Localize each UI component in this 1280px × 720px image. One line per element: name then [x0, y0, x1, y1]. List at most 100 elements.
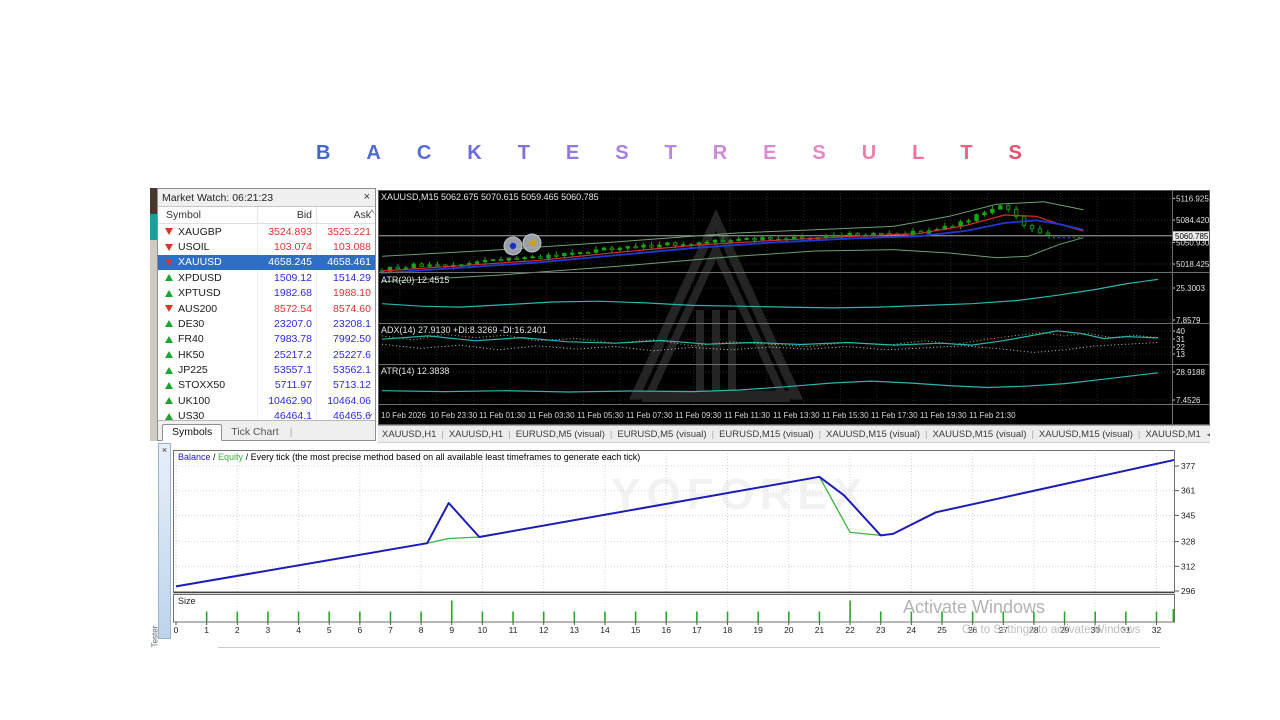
scroll-up-icon[interactable]: ^	[370, 208, 374, 218]
svg-text:5084.420: 5084.420	[1176, 216, 1210, 225]
market-watch-titlebar[interactable]: Market Watch: 06:21:23 ×	[158, 189, 375, 207]
bid-value: 1509.12	[257, 270, 316, 285]
tester-panel: × Tester YOFOREXBalance / Equity / Every…	[150, 443, 1210, 647]
svg-text:10 Feb 23:30: 10 Feb 23:30	[430, 411, 478, 420]
symbol-label: XAUUSD	[178, 256, 222, 268]
arrow-down-icon	[165, 244, 173, 251]
title-letter: R	[713, 142, 727, 165]
symbol-row-jp225[interactable]: JP22553557.153562.1	[158, 362, 375, 377]
tab-separator: |	[610, 429, 612, 440]
bid-value: 8572.54	[257, 301, 316, 316]
symbol-row-de30[interactable]: DE3023207.023208.1	[158, 316, 375, 331]
symbol-row-aus200[interactable]: AUS2008572.548574.60	[158, 301, 375, 316]
title-letter: S	[1009, 142, 1022, 165]
symbol-row-xauusd[interactable]: XAUUSD4658.2454658.461	[158, 255, 375, 270]
symbol-row-stoxx50[interactable]: STOXX505711.975713.12	[158, 378, 375, 393]
svg-text:2: 2	[235, 625, 240, 635]
arrow-up-icon	[165, 397, 173, 404]
title-letter: K	[467, 142, 481, 165]
bid-value: 46464.1	[257, 409, 316, 421]
svg-text:10: 10	[478, 625, 488, 635]
ask-value: 103.088	[316, 239, 375, 254]
window-bottom-edge	[218, 647, 1160, 648]
bid-value: 5711.97	[257, 378, 316, 393]
chart-tab-2[interactable]: EURUSD,M5 (visual)	[516, 429, 605, 440]
svg-text:10 Feb 2026: 10 Feb 2026	[381, 411, 426, 420]
window-edge-dark	[150, 188, 157, 214]
svg-text:25.3003: 25.3003	[1176, 284, 1205, 293]
chart-tab-6[interactable]: XAUUSD,M15 (visual)	[932, 429, 1026, 440]
chart-tab-4[interactable]: EURUSD,M15 (visual)	[719, 429, 814, 440]
bid-value: 10462.90	[257, 393, 316, 408]
scroll-down-icon[interactable]: ⌄	[366, 408, 374, 419]
close-icon[interactable]: ×	[160, 445, 169, 455]
tester-graph-canvas[interactable]: YOFOREXBalance / Equity / Every tick (th…	[171, 443, 1206, 645]
chart-tab-3[interactable]: EURUSD,M5 (visual)	[617, 429, 706, 440]
title-letter: C	[417, 142, 431, 165]
svg-text:17: 17	[692, 625, 702, 635]
svg-text:20: 20	[784, 625, 794, 635]
symbol-row-xpdusd[interactable]: XPDUSD1509.121514.29	[158, 270, 375, 285]
symbol-row-us30[interactable]: US3046464.146465.6	[158, 409, 375, 421]
column-bid[interactable]: Bid	[257, 207, 316, 223]
tab-separator: |	[508, 429, 510, 440]
symbol-row-fr40[interactable]: FR407983.787992.50	[158, 332, 375, 347]
tab-symbols[interactable]: Symbols	[162, 424, 222, 441]
symbol-label: XPTUSD	[178, 287, 221, 299]
svg-text:22: 22	[845, 625, 855, 635]
bid-value: 3524.893	[257, 224, 316, 239]
chart-tab-8[interactable]: XAUUSD,M1	[1145, 429, 1200, 440]
symbol-row-xaugbp[interactable]: XAUGBP3524.8933525.221	[158, 224, 375, 239]
svg-text:11 Feb 03:30: 11 Feb 03:30	[528, 411, 575, 420]
svg-text:13: 13	[1176, 350, 1185, 359]
svg-text:11 Feb 01:30: 11 Feb 01:30	[479, 411, 526, 420]
tester-legend: Balance / Equity / Every tick (the most …	[178, 452, 640, 462]
bid-value: 7983.78	[257, 332, 316, 347]
svg-text:25: 25	[937, 625, 947, 635]
svg-text:11 Feb 11:30: 11 Feb 11:30	[724, 411, 771, 420]
tab-tick-chart[interactable]: Tick Chart	[222, 425, 287, 440]
arrow-down-icon	[165, 228, 173, 235]
symbol-row-usoil[interactable]: USOIL103.074103.088	[158, 239, 375, 254]
arrow-up-icon	[165, 351, 173, 358]
tester-scrollbar[interactable]: ×	[158, 443, 171, 639]
tester-caption: Tester	[150, 626, 159, 648]
close-icon[interactable]: ×	[363, 192, 371, 203]
ask-value: 1514.29	[316, 270, 375, 285]
svg-text:11 Feb 05:30: 11 Feb 05:30	[577, 411, 624, 420]
chart-tab-0[interactable]: XAUUSD,H1	[382, 429, 436, 440]
column-symbol[interactable]: Symbol	[158, 209, 257, 221]
symbol-row-xptusd[interactable]: XPTUSD 1982.681988.10	[158, 286, 375, 301]
symbol-row-hk50[interactable]: HK5025217.225227.6	[158, 347, 375, 362]
column-ask[interactable]: Ask	[316, 207, 375, 223]
svg-text:4: 4	[296, 625, 301, 635]
symbol-label: AUS200	[178, 303, 217, 315]
market-watch-panel: Market Watch: 06:21:23 × Symbol Bid Ask …	[150, 188, 376, 441]
arrow-down-icon	[165, 305, 173, 312]
tab-scroll-arrows[interactable]: ◂ ▸	[1201, 430, 1210, 439]
svg-text:0: 0	[174, 625, 179, 635]
title-letter: T	[518, 142, 530, 165]
title-letter: U	[862, 142, 876, 165]
svg-text:13: 13	[570, 625, 580, 635]
svg-text:3: 3	[266, 625, 271, 635]
ask-value: 4658.461	[316, 255, 375, 270]
arrow-up-icon	[165, 367, 173, 374]
svg-text:1: 1	[204, 625, 209, 635]
svg-text:15: 15	[631, 625, 641, 635]
arrow-up-icon	[165, 320, 173, 327]
chart-tab-1[interactable]: XAUUSD,H1	[449, 429, 503, 440]
tab-separator: |	[1031, 429, 1033, 440]
chart-tab-7[interactable]: XAUUSD,M15 (visual)	[1039, 429, 1133, 440]
symbol-row-uk100[interactable]: UK10010462.9010464.06	[158, 393, 375, 408]
title-letter: T	[960, 142, 972, 165]
ask-value: 1988.10	[316, 286, 375, 301]
chart-tab-5[interactable]: XAUUSD,M15 (visual)	[826, 429, 920, 440]
bid-value: 1982.68	[257, 286, 316, 301]
ask-value: 23208.1	[316, 316, 375, 331]
title-letter: E	[566, 142, 579, 165]
arrow-up-icon	[165, 290, 173, 297]
svg-text:19: 19	[753, 625, 763, 635]
price-chart-canvas[interactable]: 5116.9255084.4205050.9305018.425XAUUSD,M…	[378, 190, 1210, 425]
svg-text:5: 5	[327, 625, 332, 635]
